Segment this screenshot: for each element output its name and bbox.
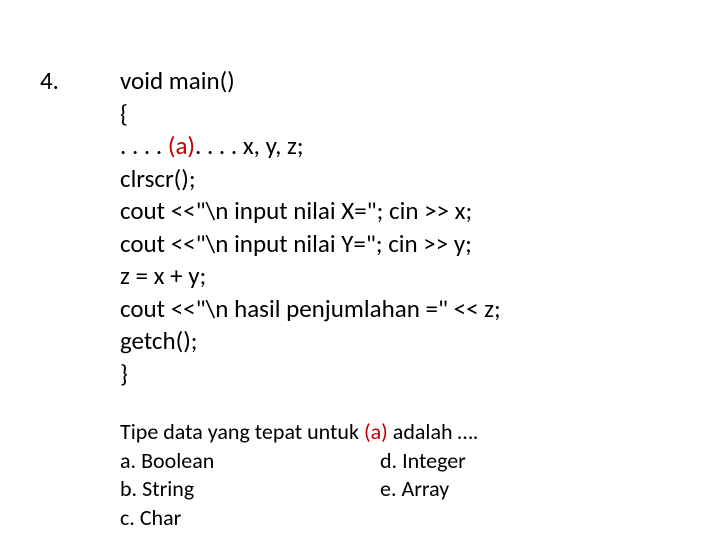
blank-marker: (a) [168, 130, 195, 161]
option-b: b. String [120, 475, 380, 504]
option-e: e. Array [380, 475, 449, 504]
code-line: cout <<"\n input nilai Y="; cin >> y; [120, 228, 720, 261]
code-line: } [120, 358, 720, 391]
question-text: Tipe data yang tepat untuk (a) adalah …. [120, 418, 720, 447]
question-text-part: adalah …. [388, 418, 478, 445]
code-line: clrscr(); [120, 163, 720, 196]
question-block: Tipe data yang tepat untuk (a) adalah ….… [120, 418, 720, 532]
option-c: c. Char [120, 504, 380, 533]
code-line: cout <<"\n hasil penjumlahan =" << z; [120, 293, 720, 326]
code-text: . . . . x, y, z; [195, 130, 304, 161]
question-number: 4. [40, 65, 59, 96]
code-line: . . . . (a). . . . x, y, z; [120, 130, 720, 163]
code-line: cout <<"\n input nilai X="; cin >> x; [120, 195, 720, 228]
code-line: void main() [120, 65, 720, 98]
blank-marker: (a) [364, 418, 388, 445]
option-d: d. Integer [380, 447, 466, 476]
code-line: getch(); [120, 325, 720, 358]
code-line: z = x + y; [120, 260, 720, 293]
code-text: . . . . [120, 130, 168, 161]
code-line: { [120, 98, 720, 131]
code-block: void main() { . . . . (a). . . . x, y, z… [120, 65, 720, 390]
question-text-part: Tipe data yang tepat untuk [120, 418, 364, 445]
option-a: a. Boolean [120, 447, 380, 476]
